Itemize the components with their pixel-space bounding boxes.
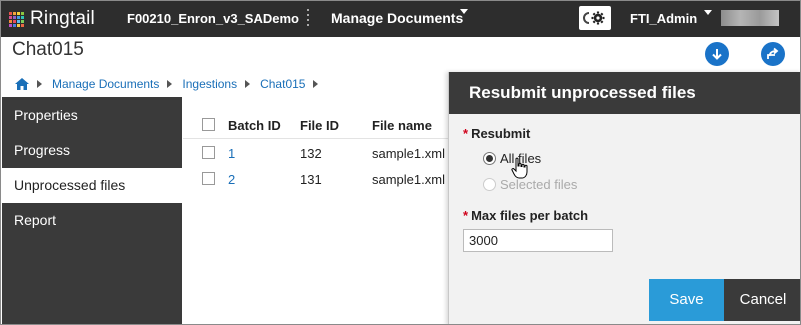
file-id: 131: [300, 172, 322, 187]
page-title: Chat015: [12, 39, 84, 60]
gear-icon: [583, 11, 605, 25]
user-menu[interactable]: FTI_Admin: [630, 11, 697, 26]
hand-cursor-icon: [511, 157, 528, 179]
chevron-right-icon[interactable]: [313, 80, 319, 88]
module-menu[interactable]: Manage Documents: [331, 10, 463, 26]
row-checkbox[interactable]: [202, 146, 215, 159]
breadcrumb-current[interactable]: Chat015: [260, 77, 305, 91]
sidebar-item-report[interactable]: Report: [2, 203, 182, 238]
column-header-file-name[interactable]: File name: [372, 118, 432, 133]
app-window: Ringtail F00210_Enron_v3_SADemo Manage D…: [0, 0, 801, 325]
required-marker: *: [463, 208, 469, 223]
cancel-button[interactable]: Cancel: [724, 279, 800, 321]
batch-id-link[interactable]: 1: [228, 146, 235, 161]
table-row[interactable]: 2 131 sample1.xml: [183, 165, 448, 193]
home-icon[interactable]: [15, 78, 29, 90]
selected-files-label: Selected files: [500, 177, 578, 192]
file-id: 132: [300, 146, 322, 161]
file-name: sample1.xml: [372, 146, 445, 161]
chevron-right-icon: [167, 80, 173, 88]
breadcrumb-ingestions[interactable]: Ingestions: [182, 77, 237, 91]
share-button[interactable]: [761, 42, 785, 66]
column-header-file-id[interactable]: File ID: [300, 118, 339, 133]
required-marker: *: [463, 126, 469, 141]
logo-grid-icon: [9, 11, 24, 27]
table-header-row: Batch ID File ID File name: [183, 111, 448, 139]
download-button[interactable]: [705, 42, 729, 66]
panel-title: Resubmit unprocessed files: [449, 72, 800, 114]
chevron-down-icon[interactable]: [704, 10, 712, 15]
table-row[interactable]: 1 132 sample1.xml: [183, 139, 448, 167]
batch-id-link[interactable]: 2: [228, 172, 235, 187]
max-files-input[interactable]: [463, 229, 613, 252]
sidebar-item-unprocessed-files[interactable]: Unprocessed files: [2, 168, 182, 203]
file-name: sample1.xml: [372, 172, 445, 187]
max-files-label: * Max files per batch: [463, 208, 589, 223]
column-header-batch-id[interactable]: Batch ID: [228, 118, 281, 133]
logo-text: Ringtail: [30, 8, 95, 29]
vertical-dots-separator: [307, 9, 309, 29]
case-name[interactable]: F00210_Enron_v3_SADemo: [127, 11, 299, 26]
theme-toggle-button[interactable]: [579, 6, 611, 30]
chevron-right-icon: [37, 80, 42, 88]
row-checkbox[interactable]: [202, 172, 215, 185]
sidebar-item-properties[interactable]: Properties: [2, 98, 182, 133]
chevron-down-icon[interactable]: [460, 9, 468, 14]
resubmit-panel: Resubmit unprocessed files * Resubmit All…: [448, 72, 800, 324]
sidebar: Properties Progress Unprocessed files Re…: [2, 97, 182, 324]
share-icon: [767, 47, 779, 59]
select-all-checkbox[interactable]: [202, 118, 215, 131]
redacted-user-info: [721, 10, 779, 26]
breadcrumb-manage-documents[interactable]: Manage Documents: [52, 77, 159, 91]
all-files-radio[interactable]: [483, 152, 496, 165]
selected-files-radio: [483, 178, 496, 191]
chevron-right-icon: [245, 80, 251, 88]
save-button[interactable]: Save: [649, 279, 724, 321]
resubmit-label: * Resubmit: [463, 126, 531, 141]
arrow-down-icon: [712, 49, 722, 60]
breadcrumb: Manage Documents Ingestions Chat015: [15, 77, 328, 91]
app-logo[interactable]: Ringtail: [9, 7, 95, 31]
top-bar: Ringtail F00210_Enron_v3_SADemo Manage D…: [1, 1, 800, 37]
sidebar-item-progress[interactable]: Progress: [2, 133, 182, 168]
